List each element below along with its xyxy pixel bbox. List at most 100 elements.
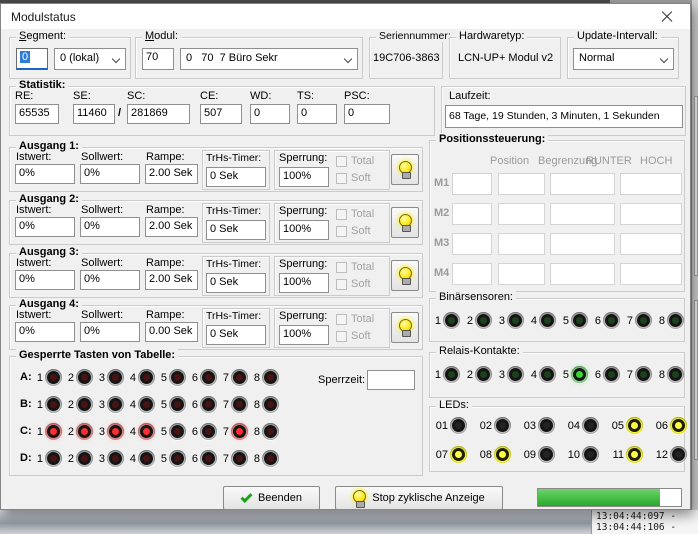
pos-value-field[interactable] — [452, 233, 492, 255]
led-number: 8 — [253, 399, 260, 411]
led-core — [47, 425, 60, 438]
led-core — [509, 314, 522, 327]
taste-led-item: 7 — [222, 450, 248, 467]
pos-value-field[interactable] — [550, 263, 615, 285]
istwert-value: 0% — [15, 322, 75, 342]
taste-led-item: 4 — [129, 450, 155, 467]
pos-value-field[interactable] — [620, 173, 682, 195]
led-core — [573, 368, 586, 381]
led-core — [445, 368, 458, 381]
laufzeit-value: 68 Tage, 19 Stunden, 3 Minuten, 1 Sekund… — [445, 105, 683, 128]
pos-value-field[interactable] — [498, 203, 545, 225]
led-core — [669, 368, 682, 381]
pos-value-field[interactable] — [498, 173, 545, 195]
led-core — [109, 398, 122, 411]
segment-input[interactable]: 0 — [16, 48, 48, 70]
stop-zyklische-anzeige-button[interactable]: Stop zyklische Anzeige — [335, 486, 503, 510]
rampe-value: 2.00 Sek — [145, 270, 198, 290]
led-number: 4 — [530, 369, 537, 381]
lamp-test-button[interactable] — [391, 154, 419, 185]
lamp-test-button[interactable] — [391, 207, 419, 238]
taste-led-indicator — [200, 396, 217, 413]
pos-value-field[interactable] — [620, 233, 682, 255]
led-core — [140, 398, 153, 411]
taste-led-item: 1 — [36, 396, 62, 413]
led-item: 02 — [478, 417, 511, 434]
binaersensor-led: 5 — [562, 312, 588, 329]
sperrzeit-input[interactable] — [367, 370, 415, 390]
trhs-timer-value: 0 Sek — [206, 325, 266, 345]
led-core — [171, 371, 184, 384]
pos-value-field[interactable] — [452, 263, 492, 285]
led-number: 3 — [498, 369, 505, 381]
taste-led-indicator — [200, 369, 217, 386]
pos-value-field[interactable] — [620, 263, 682, 285]
led-number: 06 — [654, 420, 668, 432]
led-core — [264, 371, 277, 384]
beenden-button[interactable]: Beenden — [223, 486, 320, 510]
led-number: 8 — [658, 315, 665, 327]
laufzeit-label: Laufzeit: — [449, 90, 491, 102]
taste-led-item: 5 — [160, 396, 186, 413]
binaersensor-led-indicator — [475, 312, 492, 329]
led-indicator — [626, 417, 643, 434]
binaersensor-led-indicator — [571, 312, 588, 329]
relais-label: Relais-Kontakte: — [436, 345, 523, 357]
update-intervall-combo[interactable]: Normal — [573, 48, 674, 70]
close-button[interactable] — [652, 6, 682, 27]
taste-led-item: 4 — [129, 423, 155, 440]
trhs-timer-label: TrHs-Timer: — [206, 152, 261, 164]
lamp-test-button[interactable] — [391, 312, 419, 343]
sperrung-label: Sperrung: — [279, 258, 327, 270]
relais-led-indicator — [443, 366, 460, 383]
lamp-test-button[interactable] — [391, 260, 419, 291]
led-core — [637, 314, 650, 327]
segment-combo[interactable]: 0 (lokal) — [54, 48, 126, 70]
relais-led-indicator — [667, 366, 684, 383]
bulb-icon — [399, 267, 412, 284]
taste-led-item: 7 — [222, 396, 248, 413]
taste-led-indicator — [107, 369, 124, 386]
relais-led-indicator — [635, 366, 652, 383]
sperrung-value: 100% — [279, 325, 329, 345]
sperrung-box: Sperrung:100%TotalSoft — [274, 203, 390, 243]
pos-value-field[interactable] — [550, 203, 615, 225]
log-line: 13:04:44:106 - — [596, 522, 676, 533]
binaersensor-led: 7 — [626, 312, 652, 329]
pos-value-field[interactable] — [498, 263, 545, 285]
binaersensor-led-indicator — [443, 312, 460, 329]
taste-led-item: 6 — [191, 396, 217, 413]
led-core — [445, 314, 458, 327]
taste-led-indicator — [45, 396, 62, 413]
pos-value-field[interactable] — [498, 233, 545, 255]
taste-led-row: 12345678 — [36, 396, 279, 413]
modul-input[interactable]: 70 — [142, 48, 174, 70]
led-core — [541, 368, 554, 381]
led-core — [452, 448, 465, 461]
led-item: 12 — [654, 446, 687, 463]
pos-value-field[interactable] — [550, 233, 615, 255]
pos-value-field[interactable] — [550, 173, 615, 195]
modul-combo[interactable]: 0 70 7 Büro Sekr — [180, 48, 358, 70]
chevron-down-icon — [344, 55, 352, 63]
taste-led-indicator — [45, 423, 62, 440]
led-number: 6 — [594, 369, 601, 381]
total-checkbox-label: Total — [351, 208, 374, 220]
rampe-label: Rampe: — [146, 151, 185, 163]
led-item: 11 — [610, 446, 643, 463]
taste-led-item: 5 — [160, 369, 186, 386]
pos-value-field[interactable] — [452, 203, 492, 225]
led-indicator — [494, 446, 511, 463]
trhs-timer-box: TrHs-Timer:0 Sek — [202, 308, 270, 348]
relais-group: Relais-Kontakte: 12345678 — [429, 352, 685, 398]
ausgang-group-1: Ausgang 1:Istwert:0%Sollwert:0%Rampe:2.0… — [9, 147, 423, 192]
pos-value-field[interactable] — [620, 203, 682, 225]
update-intervall-group: Update-Intervall: Normal — [567, 37, 679, 79]
taste-led-item: 8 — [253, 369, 279, 386]
led-number: 08 — [478, 449, 492, 461]
led-number: 8 — [253, 453, 260, 465]
pos-value-field[interactable] — [452, 173, 492, 195]
taste-led-item: 1 — [36, 423, 62, 440]
led-core — [78, 371, 91, 384]
led-number: 03 — [522, 420, 536, 432]
